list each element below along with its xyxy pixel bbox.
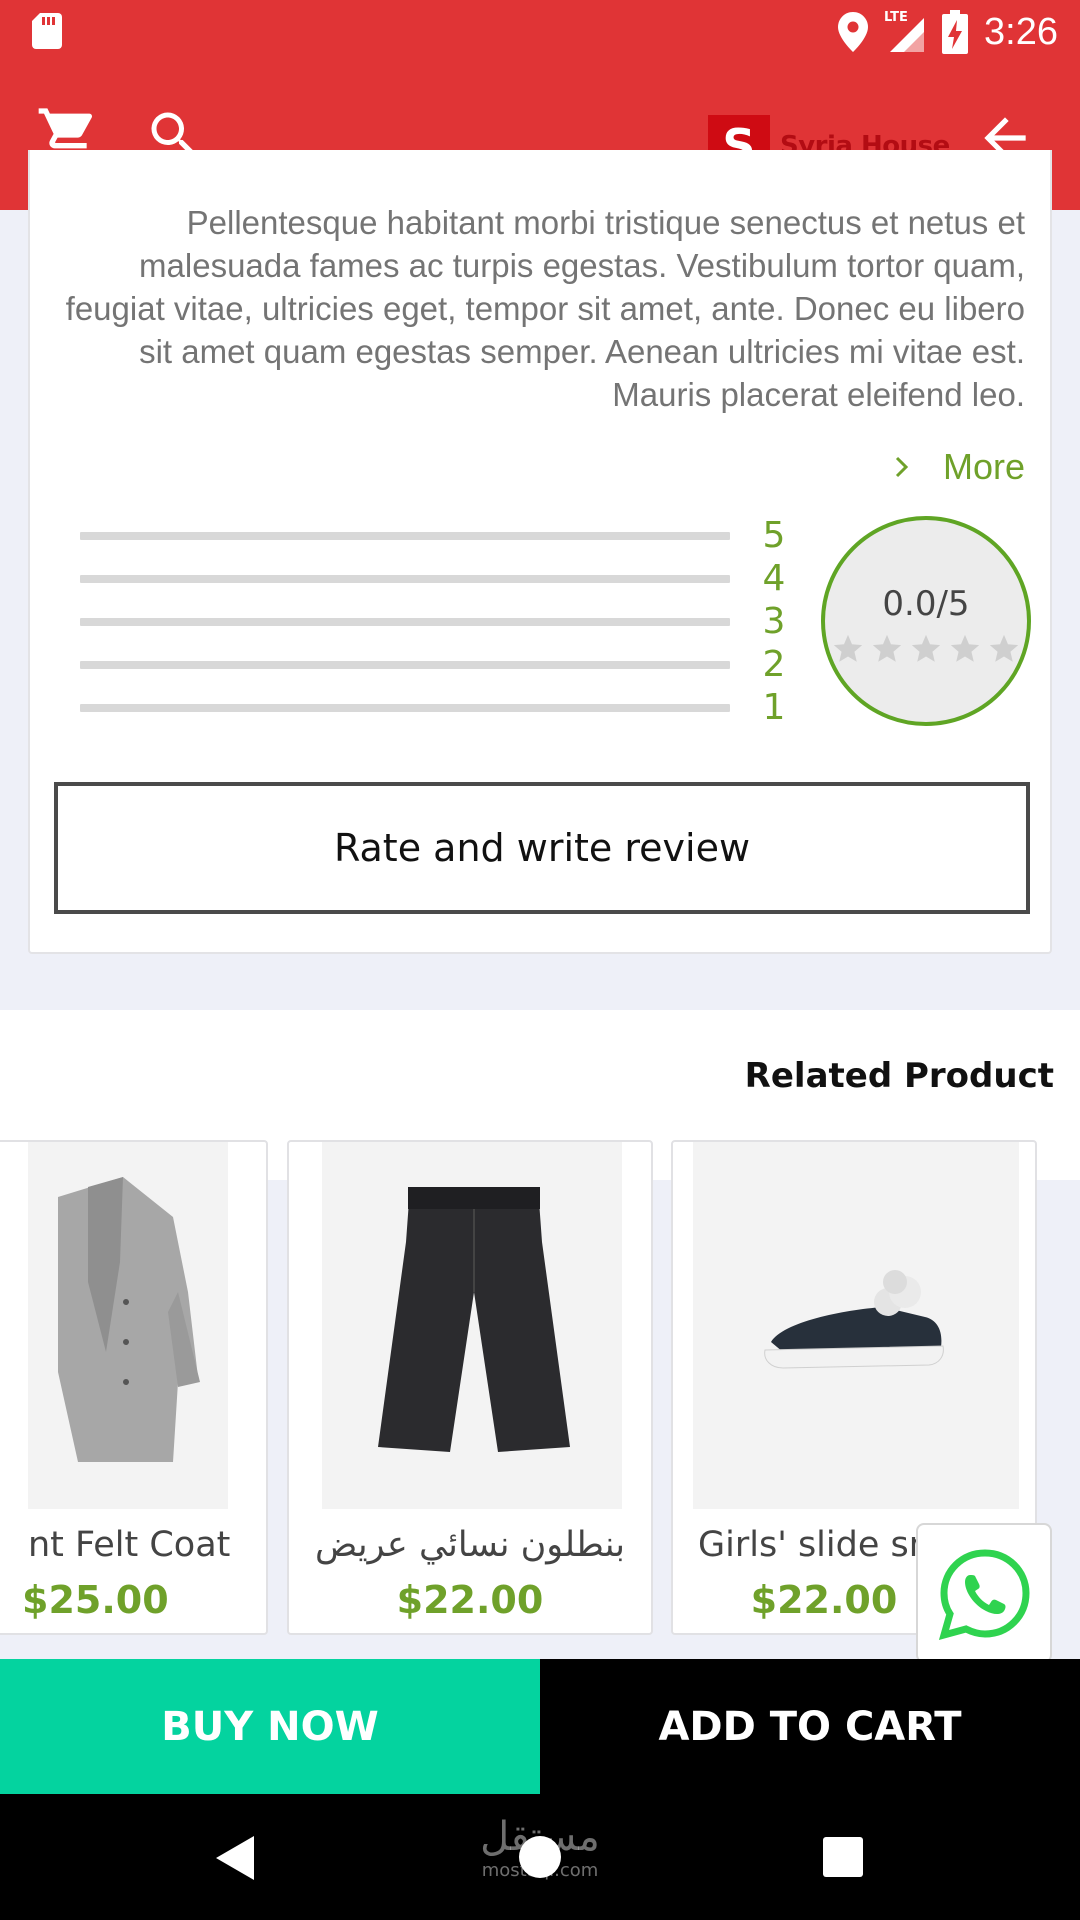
average-rating-value: 0.0/5 xyxy=(882,584,970,624)
rating-breakdown: 5 4 3 2 1 xyxy=(80,516,800,731)
rating-bar xyxy=(80,704,730,712)
system-nav-bar: مستقل mostaql.com xyxy=(0,1794,1080,1920)
related-products-title: Related Product xyxy=(744,1056,1054,1096)
rating-bar-row: 1 xyxy=(80,688,800,731)
product-description: Pellentesque habitant morbi tristique se… xyxy=(65,204,1025,413)
buy-now-button[interactable]: BUY NOW xyxy=(0,1659,540,1794)
rating-bar-row: 2 xyxy=(80,645,800,688)
product-card[interactable]: nt Felt Coat $25.00 xyxy=(0,1140,268,1635)
star-icon xyxy=(950,634,980,662)
clock: 3:26 xyxy=(984,10,1058,53)
rate-and-review-button[interactable]: Rate and write review xyxy=(54,782,1030,914)
sd-card-icon xyxy=(32,13,62,49)
rating-bar xyxy=(80,532,730,540)
star-icon xyxy=(989,634,1019,662)
rating-bar-label: 5 xyxy=(762,515,786,556)
rating-bar xyxy=(80,661,730,669)
star-icon xyxy=(833,634,863,662)
add-to-cart-button[interactable]: ADD TO CART xyxy=(540,1659,1080,1794)
trousers-image xyxy=(378,1187,570,1452)
whatsapp-button[interactable] xyxy=(916,1523,1052,1663)
rating-bar-row: 3 xyxy=(80,602,800,645)
product-price: $22.00 xyxy=(396,1578,544,1622)
rating-bar-label: 2 xyxy=(762,644,786,685)
product-review-card: Pellentesque habitant morbi tristique se… xyxy=(28,150,1052,954)
rating-bar-row: 4 xyxy=(80,559,800,602)
signal-icon: LTE xyxy=(884,10,926,54)
rating-bar-label: 4 xyxy=(762,558,786,599)
chevron-right-icon xyxy=(895,456,909,478)
more-label: More xyxy=(942,446,1025,487)
nav-recents-icon[interactable] xyxy=(823,1837,863,1877)
rating-bar-row: 5 xyxy=(80,516,800,559)
star-icon xyxy=(911,634,941,662)
product-name: بنطلون نسائي عريض xyxy=(315,1525,625,1565)
product-image xyxy=(693,1142,1019,1509)
product-price: $25.00 xyxy=(22,1578,169,1622)
rating-bar xyxy=(80,575,730,583)
rating-bar xyxy=(80,618,730,626)
average-rating-circle: 0.0/5 xyxy=(821,516,1031,726)
status-bar: LTE 3:26 xyxy=(0,0,1080,63)
nav-back-icon[interactable] xyxy=(214,1834,258,1882)
product-name: nt Felt Coat xyxy=(28,1525,231,1565)
rating-bar-label: 3 xyxy=(762,601,786,642)
product-image xyxy=(28,1142,228,1509)
product-card[interactable]: بنطلون نسائي عريض $22.00 xyxy=(287,1140,653,1635)
star-icon xyxy=(872,634,902,662)
rating-bar-label: 1 xyxy=(762,687,786,728)
more-link[interactable]: More xyxy=(891,446,1025,488)
nav-home-icon[interactable] xyxy=(519,1836,561,1878)
sneaker-image xyxy=(764,1270,944,1369)
coat-image xyxy=(58,1177,200,1462)
rating-stars xyxy=(831,632,1021,666)
whatsapp-icon xyxy=(938,1549,1030,1641)
product-image xyxy=(322,1142,622,1509)
battery-charging-icon xyxy=(942,10,969,54)
location-icon xyxy=(838,12,869,52)
